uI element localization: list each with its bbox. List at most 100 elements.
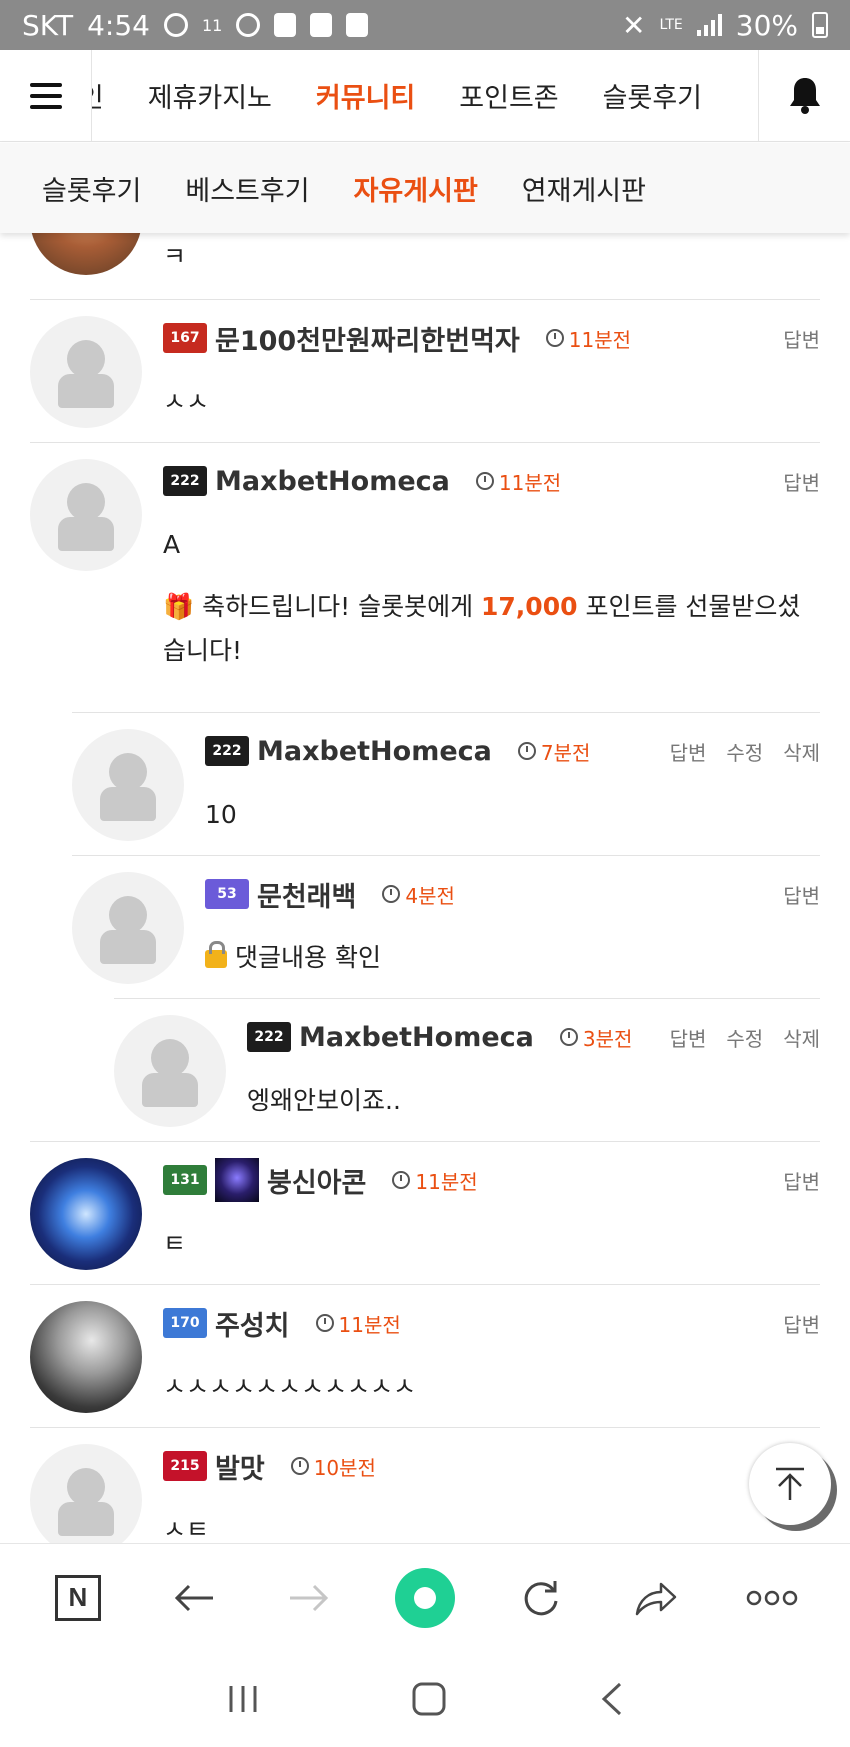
back-button[interactable] (159, 1563, 229, 1633)
level-badge: 222 (247, 1022, 291, 1052)
clock-icon (559, 1028, 578, 1046)
level-badge: 53 (205, 879, 249, 909)
status-bar: SKT 4:54 11 ✕ LTE 30% (0, 0, 850, 50)
sub-tab-best-review[interactable]: 베스트후기 (185, 169, 309, 208)
user-avatar[interactable] (30, 1444, 142, 1543)
more-icon (746, 1590, 798, 1605)
user-avatar[interactable] (30, 1158, 142, 1270)
sub-tab-slot-review[interactable]: 슬롯후기 (42, 169, 141, 208)
forward-button[interactable] (274, 1563, 344, 1633)
carrier-label: SKT (22, 8, 74, 42)
level-badge: 222 (205, 736, 249, 766)
reply-button[interactable]: 답변 (783, 880, 820, 909)
system-back-icon[interactable] (598, 1681, 624, 1717)
reply-button[interactable]: 답변 (783, 324, 820, 353)
share-button[interactable] (621, 1563, 691, 1633)
delete-button[interactable]: 삭제 (783, 1023, 820, 1052)
edit-button[interactable]: 수정 (726, 1023, 763, 1052)
comment-text: 10 (205, 800, 237, 829)
user-avatar[interactable] (30, 233, 142, 275)
alarm-icon (236, 13, 261, 37)
sub-tab-series-board[interactable]: 연재게시판 (522, 169, 646, 208)
reply-button[interactable]: 답변 (783, 1309, 820, 1338)
username[interactable]: 주성치 (215, 1304, 290, 1343)
clock-icon (392, 1171, 411, 1189)
scroll-top-button[interactable] (749, 1443, 831, 1525)
menu-icon[interactable] (0, 49, 92, 142)
comment-text-secret[interactable]: 댓글내용 확인 (205, 936, 820, 980)
naver-home-button[interactable]: N (43, 1563, 113, 1633)
naver-n-icon: N (54, 1574, 101, 1621)
clock-icon (315, 1314, 334, 1332)
username[interactable]: 발맛 (215, 1447, 265, 1486)
battery-icon (812, 12, 828, 38)
system-nav-bar (0, 1651, 850, 1747)
refresh-button[interactable] (506, 1563, 576, 1633)
nav-item-slot-review[interactable]: 슬롯후기 (603, 76, 702, 115)
comment-item: 170 주성치 11분전 답변 ㅅㅅㅅㅅㅅㅅㅅㅅㅅㅅㅅ (30, 1284, 820, 1427)
gift-points: 17,000 (481, 592, 578, 621)
user-badge-image (215, 1158, 259, 1202)
battery-percent: 30% (735, 8, 798, 42)
comment-time: 3분전 (559, 1023, 632, 1052)
main-nav-scroller[interactable]: 메인 제휴카지노 커뮤니티 포인트존 슬롯후기 (92, 50, 758, 142)
nav-item-community[interactable]: 커뮤니티 (316, 76, 415, 115)
comment-text: ㅅㅅ (163, 387, 210, 416)
comment-time: 4분전 (382, 880, 455, 909)
username[interactable]: 문100천만원짜리한번먹자 (215, 319, 520, 358)
username[interactable]: MaxbetHomeca (215, 466, 450, 497)
reply-button[interactable]: 답변 (670, 737, 707, 766)
user-avatar[interactable] (30, 1301, 142, 1413)
comment-item: 215 발맛 10분전 ㅅㅌ (30, 1427, 820, 1543)
comment-reply: 222 MaxbetHomeca 7분전 답변 수정 삭제 10 (72, 712, 820, 855)
recent-apps-icon[interactable] (226, 1683, 260, 1715)
nav-item-point-zone[interactable]: 포인트존 (459, 76, 558, 115)
reply-button[interactable]: 답변 (783, 1166, 820, 1195)
mute-icon: ✕ (622, 8, 646, 42)
comment-time: 11분전 (315, 1309, 401, 1338)
clock-icon (517, 742, 536, 760)
user-avatar[interactable] (114, 1015, 226, 1127)
user-avatar[interactable] (30, 316, 142, 428)
edit-button[interactable]: 수정 (726, 737, 763, 766)
comment-list: ㅋ 167 문100천만원짜리한번먹자 11분전 답변 ㅅㅅ 222 Maxbe… (0, 233, 850, 1543)
green-dot-button[interactable] (390, 1563, 460, 1633)
sub-tab-free-board[interactable]: 자유게시판 (354, 169, 478, 208)
gift-notice: 🎁 축하드립니다! 슬롯봇에게 17,000 포인트를 선물받으셨습니다! (163, 592, 801, 665)
username[interactable]: 문천래백 (257, 875, 356, 914)
level-badge: 167 (163, 323, 207, 353)
username[interactable]: MaxbetHomeca (257, 736, 492, 767)
notification-button[interactable] (758, 49, 850, 142)
username[interactable]: MaxbetHomeca (299, 1022, 534, 1053)
sync-icon (163, 13, 188, 37)
user-avatar[interactable] (72, 872, 184, 984)
level-badge: 215 (163, 1451, 207, 1481)
reply-button[interactable]: 답변 (670, 1023, 707, 1052)
more-button[interactable] (737, 1563, 807, 1633)
reply-button[interactable]: 답변 (783, 467, 820, 496)
comment-text: ㅅㅌ (163, 1515, 210, 1543)
notification-count: 11 (201, 15, 223, 35)
clock-icon (475, 472, 494, 490)
signal-icon (696, 14, 722, 36)
gallery-icon (346, 13, 369, 37)
clock-icon (382, 885, 401, 903)
user-avatar[interactable] (30, 459, 142, 571)
clock-icon (545, 329, 564, 347)
green-dot-icon (394, 1567, 455, 1628)
chat-icon (310, 13, 333, 37)
nav-item-partner-casino[interactable]: 제휴카지노 (148, 76, 272, 115)
comment-reply: 53 문천래백 4분전 답변 댓글내용 확인 (72, 855, 820, 998)
nav-item-main[interactable]: 메인 (92, 76, 104, 115)
lte-icon: LTE (659, 17, 683, 33)
comment-text: ㅌ (163, 1229, 187, 1258)
clock-icon (290, 1457, 309, 1475)
home-icon[interactable] (411, 1681, 447, 1717)
comment-time: 11분전 (545, 324, 631, 353)
username[interactable]: 붕신아콘 (267, 1161, 366, 1200)
comment-item: 131 붕신아콘 11분전 답변 ㅌ (30, 1141, 820, 1284)
comment-text: A (163, 530, 181, 559)
level-badge: 131 (163, 1165, 207, 1195)
user-avatar[interactable] (72, 729, 184, 841)
delete-button[interactable]: 삭제 (783, 737, 820, 766)
